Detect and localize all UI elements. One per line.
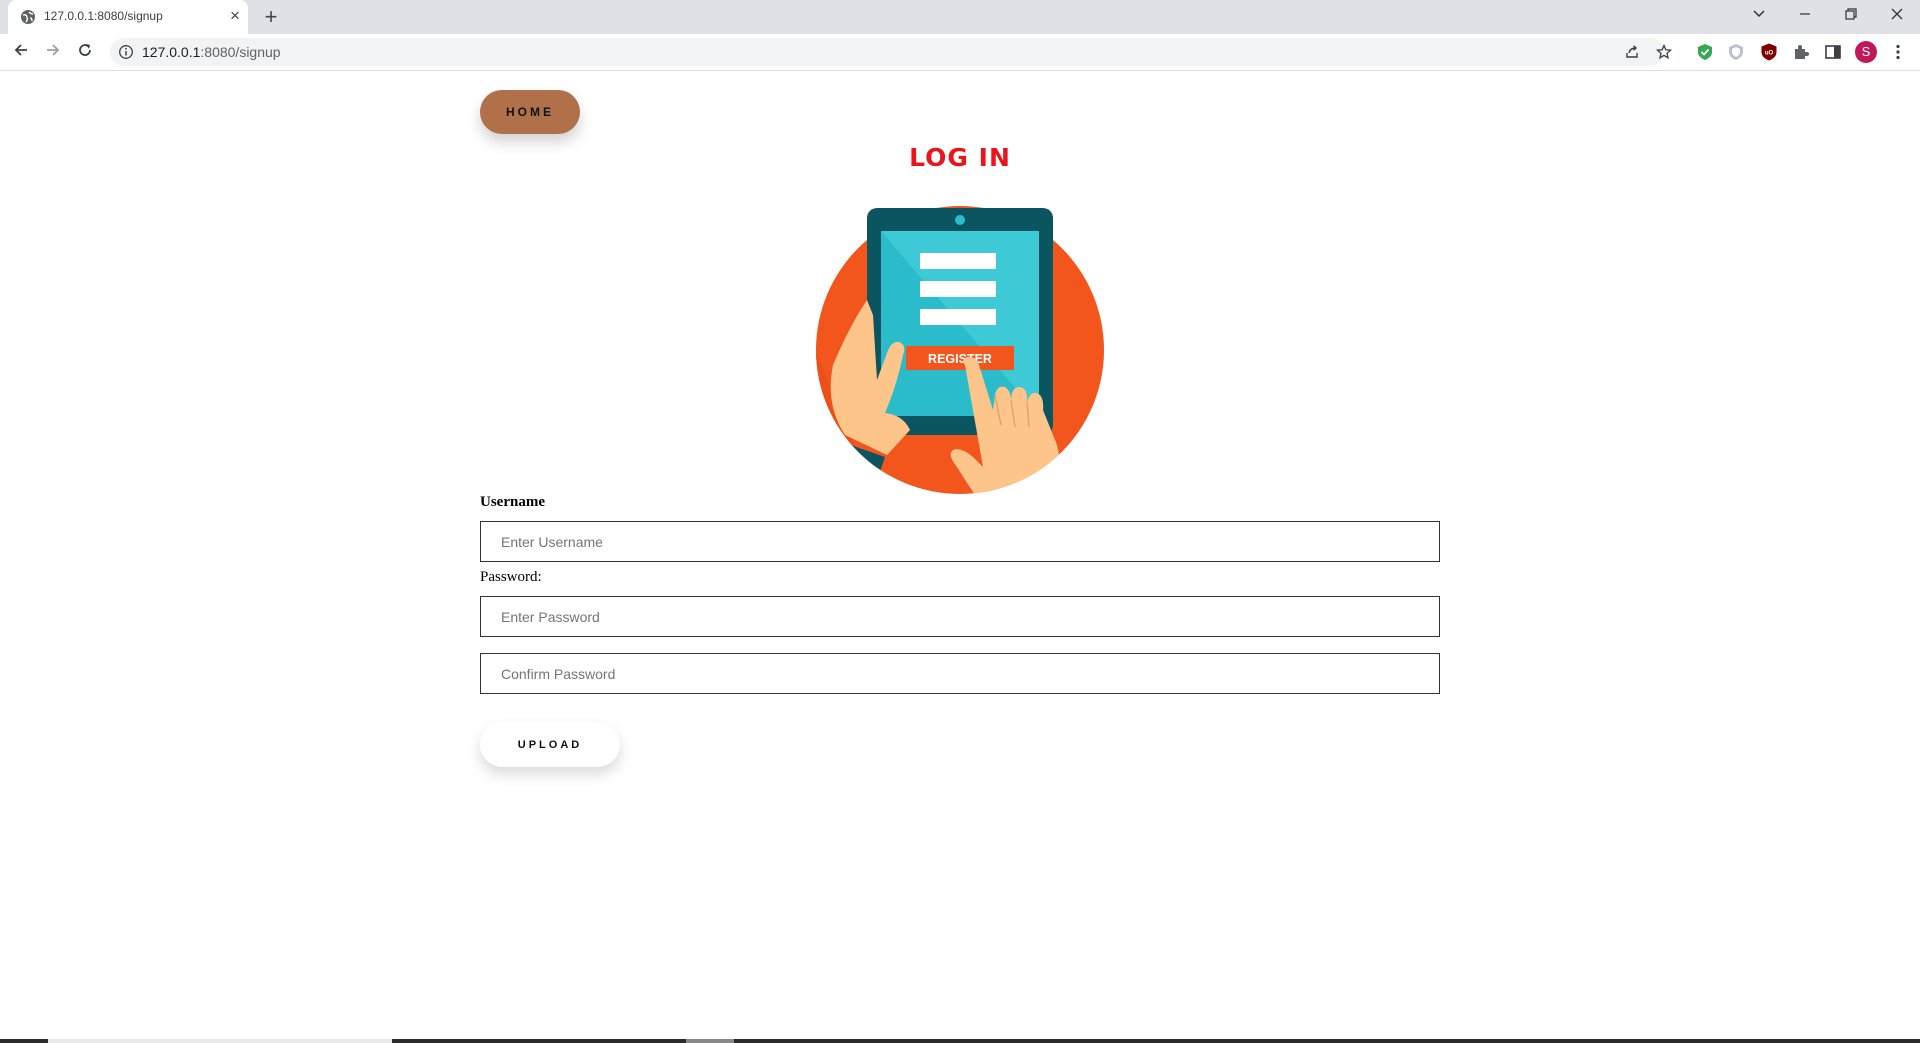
tablet-camera	[955, 215, 965, 225]
info-icon[interactable]	[118, 44, 134, 60]
restore-icon[interactable]	[1838, 4, 1864, 30]
register-illustration: REGISTER	[816, 206, 1104, 494]
globe-icon	[21, 10, 35, 24]
address-bar[interactable]: 127.0.0.1:8080/signup	[110, 38, 1672, 66]
illustration-register-text: REGISTER	[928, 352, 992, 366]
home-button[interactable]: HOME	[480, 90, 580, 134]
side-panel-icon[interactable]	[1823, 42, 1843, 62]
new-tab-button[interactable]: +	[260, 6, 282, 28]
username-label: Username	[480, 494, 545, 510]
tab-close-icon[interactable]: ×	[226, 7, 244, 25]
shield-extension-icon[interactable]	[1695, 42, 1715, 62]
more-menu-icon[interactable]	[1888, 42, 1908, 62]
url-host: 127.0.0.1	[142, 44, 201, 60]
username-input[interactable]	[480, 521, 1440, 562]
forward-icon[interactable]	[41, 40, 65, 64]
ublock-icon[interactable]: uO	[1759, 42, 1779, 62]
close-window-icon[interactable]	[1884, 4, 1910, 30]
password-input[interactable]	[480, 596, 1440, 637]
star-icon[interactable]	[1656, 44, 1672, 60]
profile-avatar[interactable]: S	[1855, 41, 1877, 63]
back-icon[interactable]	[9, 40, 33, 64]
tab-title: 127.0.0.1:8080/signup	[44, 9, 163, 23]
share-icon[interactable]	[1624, 44, 1640, 60]
upload-button[interactable]: UPLOAD	[480, 722, 620, 767]
browser-toolbar: 127.0.0.1:8080/signup uO S	[0, 34, 1920, 71]
svg-text:uO: uO	[1765, 51, 1774, 57]
url-text: 127.0.0.1:8080/signup	[142, 44, 281, 60]
page-title: LOG IN	[909, 143, 1011, 172]
confirm-password-input[interactable]	[480, 653, 1440, 694]
reload-icon[interactable]	[73, 40, 97, 64]
privacy-extension-icon[interactable]	[1726, 42, 1746, 62]
password-label: Password:	[480, 569, 542, 585]
active-tab[interactable]: 127.0.0.1:8080/signup ×	[8, 0, 248, 34]
tab-search-icon[interactable]	[1746, 4, 1772, 30]
form-line	[920, 281, 996, 297]
form-line	[920, 309, 996, 325]
bottom-edge-segment	[48, 1039, 392, 1043]
tab-strip: 127.0.0.1:8080/signup × +	[0, 0, 1920, 34]
minimize-icon[interactable]	[1792, 4, 1818, 30]
puzzle-extension-icon[interactable]	[1791, 42, 1811, 62]
form-line	[920, 253, 996, 269]
url-path: :8080/signup	[200, 44, 281, 60]
bottom-edge-segment	[686, 1039, 734, 1043]
